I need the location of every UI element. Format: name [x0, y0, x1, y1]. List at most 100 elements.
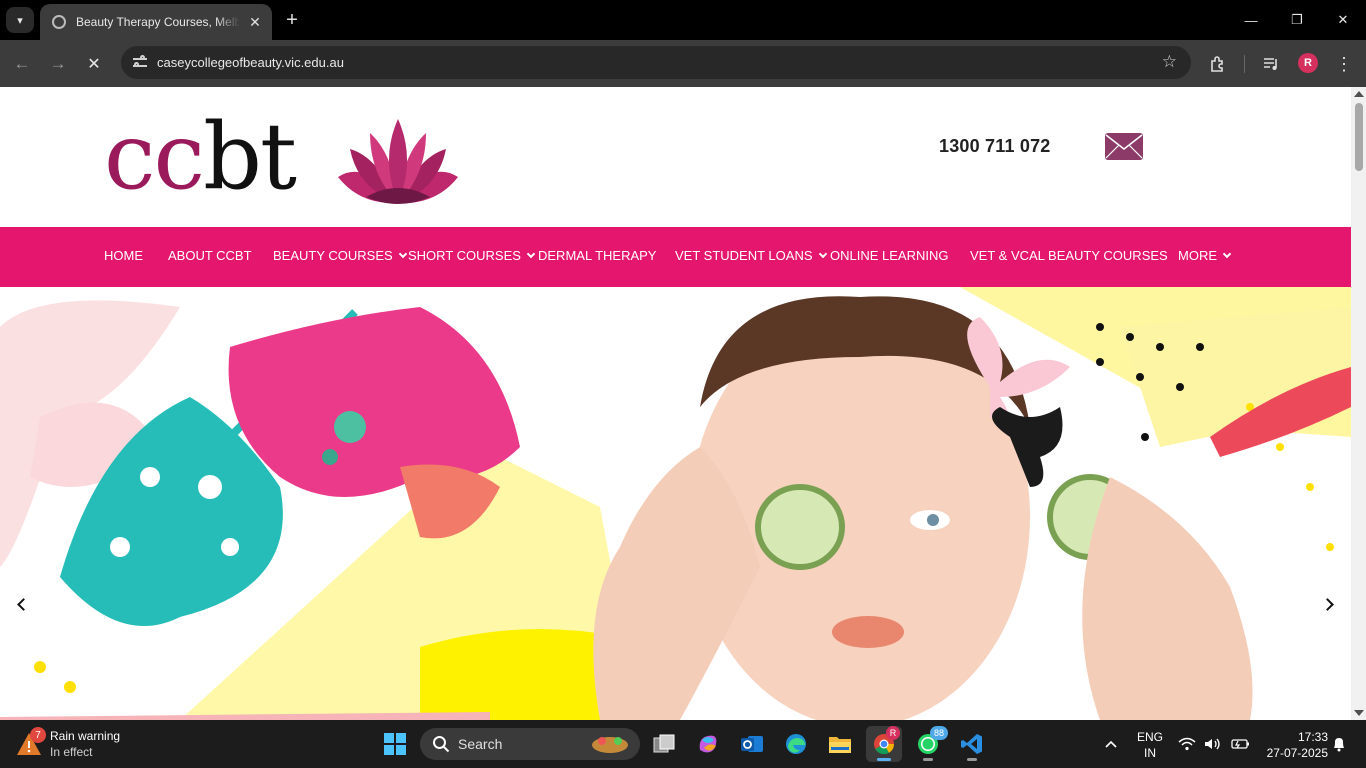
tab-title: Beauty Therapy Courses, Melbourne	[76, 15, 240, 29]
toolbar-divider	[1244, 55, 1245, 73]
tab-close-icon[interactable]: ✕	[246, 14, 264, 31]
vscode-icon	[961, 734, 982, 754]
browser-tab-active[interactable]: Beauty Therapy Courses, Melbourne ✕	[40, 4, 272, 40]
nav-online-learning[interactable]: ONLINE LEARNING	[830, 248, 948, 263]
hero-slider	[0, 287, 1351, 720]
slider-next-arrow-icon[interactable]	[1318, 593, 1340, 615]
weather-widget[interactable]: 7 Rain warning In effect	[16, 726, 120, 762]
nav-about-ccbt[interactable]: ABOUT CCBT	[168, 248, 252, 263]
scrollbar-thumb[interactable]	[1355, 103, 1363, 171]
chevron-down-icon: ▾	[17, 14, 23, 27]
back-button[interactable]: ←	[9, 51, 35, 77]
nav-more[interactable]: MORE	[1178, 248, 1232, 263]
chevron-down-icon	[398, 249, 407, 259]
nav-beauty-courses[interactable]: BEAUTY COURSES	[273, 248, 407, 263]
chevron-down-icon	[818, 249, 827, 259]
volume-icon	[1205, 738, 1220, 750]
nav-short-courses[interactable]: SHORT COURSES	[408, 248, 536, 263]
folder-icon	[829, 737, 851, 753]
notifications-bell-icon[interactable]	[1330, 720, 1348, 768]
main-navigation: HOME ABOUT CCBT BEAUTY COURSES SHORT COU…	[0, 227, 1351, 287]
forward-icon: →	[49, 54, 67, 73]
profile-avatar[interactable]: R	[1298, 53, 1318, 73]
slider-prev-arrow-icon[interactable]	[10, 593, 32, 615]
chevron-down-icon	[1222, 249, 1232, 259]
scroll-down-icon[interactable]	[1354, 710, 1364, 716]
web-page: ccbt 1300 711 072 HOME ABOUT CCBT BEAUTY…	[0, 87, 1351, 720]
lotus-logo-icon	[338, 119, 458, 204]
browser-toolbar: ← → ✕ caseycollegeofbeauty.vic.edu.au ☆ …	[0, 40, 1366, 87]
system-clock[interactable]: 17:33 27-07-2025	[1258, 729, 1328, 761]
loading-favicon-icon	[52, 15, 66, 29]
forward-button[interactable]: →	[45, 51, 71, 77]
minimize-button[interactable]: —	[1228, 0, 1274, 40]
tab-search-button[interactable]: ▾	[6, 7, 34, 33]
search-highlight-icon	[592, 737, 628, 753]
address-bar[interactable]: caseycollegeofbeauty.vic.edu.au ☆	[121, 46, 1191, 79]
scroll-up-icon[interactable]	[1354, 91, 1364, 97]
logo-text-bt: bt	[203, 103, 297, 210]
clock-time: 17:33	[1297, 730, 1328, 744]
rain-warning-icon: 7	[16, 727, 46, 757]
language-indicator[interactable]: ENG IN	[1136, 729, 1164, 761]
site-logo[interactable]: ccbt	[104, 107, 297, 207]
chrome-app[interactable]: R	[866, 726, 902, 762]
hero-image	[0, 287, 1351, 720]
search-label: Search	[458, 736, 503, 752]
window-close-button[interactable]: ✕	[1320, 0, 1366, 40]
file-explorer-app[interactable]	[822, 726, 858, 762]
task-view-button[interactable]	[646, 726, 682, 762]
wifi-icon	[1178, 737, 1196, 751]
nav-home[interactable]: HOME	[104, 248, 143, 263]
site-settings-icon[interactable]	[133, 54, 149, 70]
start-button[interactable]	[377, 726, 413, 762]
page-scrollbar[interactable]	[1351, 87, 1366, 720]
chrome-profile-badge: R	[886, 726, 900, 740]
new-tab-button[interactable]: +	[280, 8, 304, 32]
stop-icon: ✕	[87, 56, 101, 73]
language-region: IN	[1144, 746, 1156, 760]
url-text[interactable]: caseycollegeofbeauty.vic.edu.au	[157, 55, 344, 70]
running-indicator	[967, 758, 977, 761]
weather-badge: 7	[30, 727, 46, 743]
media-controls-icon[interactable]	[1258, 51, 1284, 77]
search-icon	[433, 736, 450, 753]
logo-text-cc: cc	[104, 103, 205, 210]
edge-app[interactable]	[778, 726, 814, 762]
clock-date: 27-07-2025	[1266, 746, 1328, 760]
whatsapp-app[interactable]: 88	[910, 726, 948, 762]
copilot-icon	[699, 735, 717, 753]
nav-dermal-therapy[interactable]: DERMAL THERAPY	[538, 248, 656, 263]
task-view-icon	[653, 734, 675, 753]
chevron-down-icon	[526, 249, 536, 259]
back-icon: ←	[13, 54, 31, 73]
running-indicator	[923, 758, 933, 761]
windows-start-icon	[384, 733, 406, 755]
taskbar-search[interactable]: Search	[420, 728, 640, 760]
tab-strip: ▾ Beauty Therapy Courses, Melbourne ✕ + …	[0, 0, 1366, 40]
email-icon[interactable]	[1105, 133, 1143, 160]
battery-icon	[1231, 739, 1249, 749]
menu-icon[interactable]: ⋮	[1331, 51, 1357, 77]
site-header: ccbt 1300 711 072	[0, 87, 1351, 227]
hidden-icons-chevron-icon[interactable]	[1100, 720, 1122, 768]
running-indicator	[877, 758, 891, 761]
whatsapp-unread-badge: 88	[930, 726, 948, 740]
language-code: ENG	[1136, 730, 1163, 744]
windows-taskbar: 7 Rain warning In effect Search R 88 ENG…	[0, 720, 1366, 768]
nav-vet-student-loans[interactable]: VET STUDENT LOANS	[675, 248, 827, 263]
edge-icon	[786, 734, 806, 754]
vscode-app[interactable]	[954, 726, 990, 762]
stop-loading-button[interactable]: ✕	[81, 51, 107, 77]
weather-title: Rain warning	[50, 729, 121, 743]
outlook-app[interactable]	[734, 726, 770, 762]
extensions-icon[interactable]	[1205, 51, 1231, 77]
weather-subtitle: In effect	[50, 745, 93, 759]
outlook-icon	[741, 736, 763, 752]
nav-vet-vcal-beauty-courses[interactable]: VET & VCAL BEAUTY COURSES	[970, 248, 1168, 263]
system-tray-status[interactable]	[1178, 720, 1250, 768]
bookmark-star-icon[interactable]: ☆	[1162, 52, 1177, 72]
phone-number[interactable]: 1300 711 072	[939, 136, 1051, 157]
restore-button[interactable]: ❐	[1274, 0, 1320, 40]
copilot-app[interactable]	[690, 726, 726, 762]
